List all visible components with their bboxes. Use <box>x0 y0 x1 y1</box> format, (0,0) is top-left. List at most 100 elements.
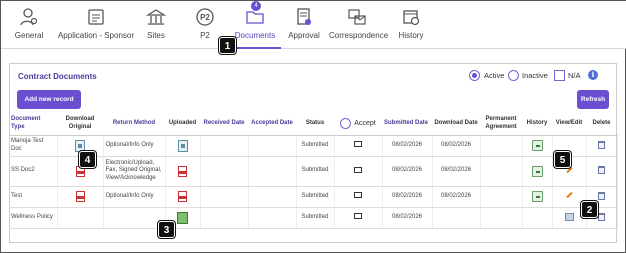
user-settings-icon <box>20 8 38 26</box>
cell-accepted-date <box>248 156 297 187</box>
history-icon[interactable] <box>531 191 543 202</box>
cell-accepted-date <box>248 186 297 208</box>
cell-doc-type: Manoja Test Doc <box>9 135 58 157</box>
building-icon <box>146 9 166 25</box>
top-nav: General Application - Sponsor Sites P2 P… <box>1 1 626 49</box>
id-card-icon <box>88 9 104 25</box>
history-icon[interactable] <box>531 165 543 177</box>
envelope-icon[interactable] <box>354 166 362 173</box>
tab-label: Sites <box>147 31 165 40</box>
trash-icon[interactable] <box>598 166 605 175</box>
filter-active-radio[interactable] <box>469 70 480 81</box>
cell-received-date <box>200 207 249 229</box>
tab-sites[interactable]: Sites <box>141 1 171 49</box>
view-document-icon[interactable] <box>564 212 574 221</box>
trash-icon[interactable] <box>598 140 605 149</box>
cell-download-date: 08/02/2026 <box>432 186 481 208</box>
tab-history[interactable]: History <box>393 1 429 49</box>
cell-doc-type: Wellness Policy <box>9 207 58 229</box>
app-window: General Application - Sponsor Sites P2 P… <box>0 0 626 253</box>
callout-4: 4 <box>79 151 96 168</box>
callout-3: 3 <box>158 221 175 238</box>
trash-icon[interactable] <box>598 191 605 200</box>
envelope-icon[interactable] <box>354 141 362 148</box>
tab-approval[interactable]: Approval <box>285 1 323 49</box>
cell-download-date <box>432 207 481 229</box>
pdf-download-icon[interactable] <box>75 191 85 202</box>
filter-na-checkbox[interactable] <box>554 70 565 81</box>
cell-history <box>522 186 553 208</box>
cell-submitted-date: 08/02/2026 <box>382 207 433 229</box>
trash-icon[interactable] <box>598 212 605 221</box>
tab-application-sponsor[interactable]: Application - Sponsor <box>55 1 137 49</box>
cell-download-original <box>57 186 104 208</box>
active-tab-underline <box>229 47 281 49</box>
cell-doc-type: SS Doc2 <box>9 156 58 187</box>
col-view-edit: View/Edit <box>552 113 586 136</box>
envelope-icon[interactable] <box>354 213 362 220</box>
cell-return-method: Optional/Info Only <box>103 135 166 157</box>
cell-accept <box>334 135 383 157</box>
cell-history <box>522 156 553 187</box>
pdf-uploaded-icon[interactable] <box>178 191 187 202</box>
documents-count-badge: 4 <box>251 1 261 11</box>
accept-all-radio[interactable] <box>340 118 352 130</box>
refresh-button[interactable]: Refresh <box>577 90 609 109</box>
cell-return-method: Optional/Info Only <box>103 186 166 208</box>
tab-correspondence[interactable]: Correspondence <box>329 1 388 49</box>
cell-permanent-agreement <box>480 207 523 229</box>
cell-received-date <box>200 186 249 208</box>
cell-permanent-agreement <box>480 186 523 208</box>
cell-submitted-date: 08/02/2026 <box>382 156 433 187</box>
add-new-record-button[interactable]: Add new record <box>17 90 81 109</box>
cell-received-date <box>200 135 249 157</box>
col-download-date: Download Date <box>432 113 480 136</box>
cell-download-date: 08/02/2026 <box>432 135 481 157</box>
tab-p2[interactable]: P2 P2 <box>189 1 221 49</box>
col-submitted-date[interactable]: Submitted Date <box>382 113 432 136</box>
cell-accepted-date <box>248 135 297 157</box>
pdf-uploaded-icon[interactable] <box>178 165 187 177</box>
p2-circle-icon: P2 <box>196 8 214 26</box>
filter-na-label: N/A <box>568 71 581 80</box>
cell-return-method <box>103 207 166 229</box>
col-return-method[interactable]: Return Method <box>103 113 165 136</box>
cell-delete <box>586 156 618 187</box>
table-row: SS Doc2 Electronic/Upload, Fax, Signed O… <box>9 156 618 187</box>
pencil-icon[interactable] <box>565 191 573 199</box>
col-history: History <box>522 113 552 136</box>
history-icon[interactable] <box>531 140 543 151</box>
col-uploaded: Uploaded <box>165 113 200 136</box>
document-download-icon[interactable] <box>75 139 85 152</box>
col-document-type[interactable]: Document Type <box>9 113 57 136</box>
document-uploaded-icon[interactable] <box>177 139 188 152</box>
filter-inactive-radio[interactable] <box>508 70 519 81</box>
info-icon[interactable]: i <box>588 70 598 80</box>
cell-permanent-agreement <box>480 156 523 187</box>
calendar-clock-icon <box>403 10 420 26</box>
cell-return-method: Electronic/Upload, Fax, Signed Original,… <box>103 156 166 187</box>
col-accept[interactable]: Accept <box>334 113 382 136</box>
callout-1: 1 <box>219 37 236 54</box>
cell-submitted-date: 08/02/2026 <box>382 135 433 157</box>
cell-status: Submitted <box>296 156 335 187</box>
filter-inactive-label: Inactive <box>522 71 548 80</box>
filter-active-label: Active <box>484 71 505 80</box>
cell-uploaded <box>165 156 201 187</box>
upload-icon[interactable] <box>177 211 188 224</box>
col-download-original: Download Original <box>57 113 103 136</box>
cell-submitted-date: 08/02/2026 <box>382 186 433 208</box>
tab-documents[interactable]: 4 Documents <box>229 1 281 49</box>
col-delete: Delete <box>586 113 617 136</box>
cell-delete <box>586 135 618 157</box>
cell-download-original <box>57 207 104 229</box>
tab-general[interactable]: General <box>7 1 51 49</box>
correspondence-icon <box>348 9 366 25</box>
table-row: Wellness Policy Submitted 08/02/2026 <box>9 207 618 229</box>
table-header-row: Document Type Download Original Return M… <box>9 113 617 136</box>
envelope-icon[interactable] <box>354 192 362 199</box>
col-accepted-date[interactable]: Accepted Date <box>248 113 296 136</box>
col-received-date[interactable]: Received Date <box>200 113 248 136</box>
tab-label: Application - Sponsor <box>57 31 135 40</box>
tab-label: History <box>398 31 424 40</box>
